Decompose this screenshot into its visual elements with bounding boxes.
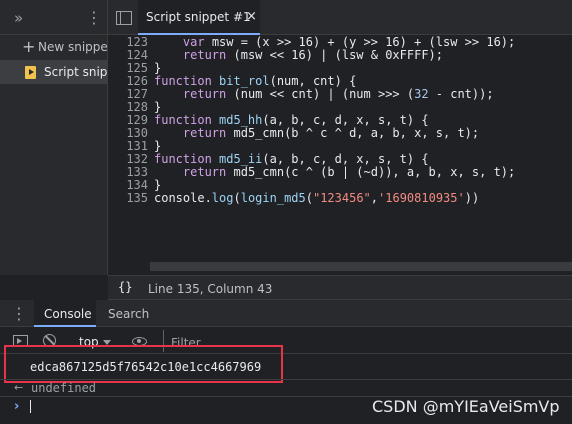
code-token: return — [182, 126, 227, 140]
highlight-box — [4, 345, 283, 383]
code-token: md5_hh — [219, 113, 263, 127]
code-token: function — [154, 74, 220, 88]
console-input-caret[interactable] — [30, 400, 31, 413]
code-line: console.log(login_md5("123456",'16908109… — [154, 192, 479, 205]
drawer-menu-icon[interactable]: ⋮ — [11, 304, 27, 323]
divider — [0, 379, 572, 380]
code-token: )) — [464, 191, 480, 205]
code-token: ( — [305, 191, 313, 205]
code-token: '1690810935' — [378, 191, 465, 205]
code-line: return (num << cnt) | (num >>> (32 - cnt… — [154, 88, 494, 101]
code-token: msw = (x >> 16) + (y >> 16) + (lsw >> 16… — [204, 35, 516, 49]
code-token: (num, cnt) { — [269, 74, 357, 88]
cursor-position: Line 135, Column 43 — [148, 282, 273, 296]
code-line: return md5_cmn(c ^ (b | (~d)), a, b, x, … — [154, 166, 515, 179]
close-icon[interactable]: × — [246, 9, 257, 24]
code-token: log — [211, 191, 234, 205]
tab-script-snippet[interactable]: Script snippet #1 × — [138, 0, 260, 35]
snippet-item-label: Script snippet #1 — [44, 65, 108, 79]
code-token: 32 — [414, 87, 429, 101]
new-snippet-button[interactable]: + New snippet — [0, 35, 108, 59]
code-token: var — [182, 35, 205, 49]
sidebar-menu-icon[interactable]: ⋮ — [86, 8, 102, 27]
code-token: return — [182, 165, 227, 179]
snippet-list-item[interactable]: Script snippet #1 — [0, 60, 108, 84]
toggle-navigator-icon[interactable] — [116, 11, 132, 25]
code-token: return — [182, 48, 227, 62]
code-line: return md5_cmn(b ^ c ^ d, a, b, x, s, t)… — [154, 127, 479, 140]
line-number: 135 — [126, 191, 148, 205]
new-snippet-label: New snippet — [38, 40, 108, 54]
code-token: return — [182, 87, 227, 101]
tab-label: Script snippet #1 — [146, 10, 251, 24]
code-token: - cnt)); — [428, 87, 494, 101]
horizontal-scrollbar[interactable] — [150, 262, 572, 271]
code-token: function — [154, 152, 220, 166]
code-token: "123456" — [312, 191, 371, 205]
code-token: (a, b, c, d, x, s, t) { — [262, 152, 429, 166]
code-token: login_md5 — [240, 191, 306, 205]
code-token: (msw << 16) | (lsw & 0xFFFF); — [226, 48, 444, 62]
code-token: md5_cmn(b ^ c ^ d, a, b, x, s, t); — [226, 126, 480, 140]
code-token: ( — [233, 191, 241, 205]
code-token: function — [154, 113, 220, 127]
tab-console[interactable]: Console — [34, 300, 96, 327]
return-arrow-icon: ← — [14, 381, 24, 394]
code-token: (num << cnt) | (num >>> ( — [226, 87, 415, 101]
return-value: undefined — [31, 381, 97, 395]
more-tabs-chevron-icon[interactable]: » — [14, 9, 23, 27]
watermark: CSDN @mYIEaVeiSmVp — [372, 397, 560, 416]
code-content[interactable]: var msw = (x >> 16) + (y >> 16) + (lsw >… — [154, 35, 572, 271]
tab-search[interactable]: Search — [108, 307, 149, 321]
code-token: , — [370, 191, 379, 205]
tab-console-label: Console — [44, 307, 92, 321]
line-number-gutter: 123 124 125 126 127 128 129 130 131 132 … — [108, 35, 148, 271]
code-token: console. — [154, 191, 212, 205]
pretty-print-icon[interactable]: {} — [118, 280, 132, 294]
plus-icon: + — [22, 37, 36, 56]
code-token: md5_cmn(c ^ (b | (~d)), a, b, x, s, t); — [226, 165, 516, 179]
code-token: (a, b, c, d, x, s, t) { — [262, 113, 429, 127]
script-file-icon — [25, 66, 36, 79]
code-token: bit_rol — [219, 74, 270, 88]
console-prompt-icon: › — [14, 399, 20, 414]
code-token: md5_ii — [219, 152, 263, 166]
code-line: return (msw << 16) | (lsw & 0xFFFF); — [154, 49, 443, 62]
